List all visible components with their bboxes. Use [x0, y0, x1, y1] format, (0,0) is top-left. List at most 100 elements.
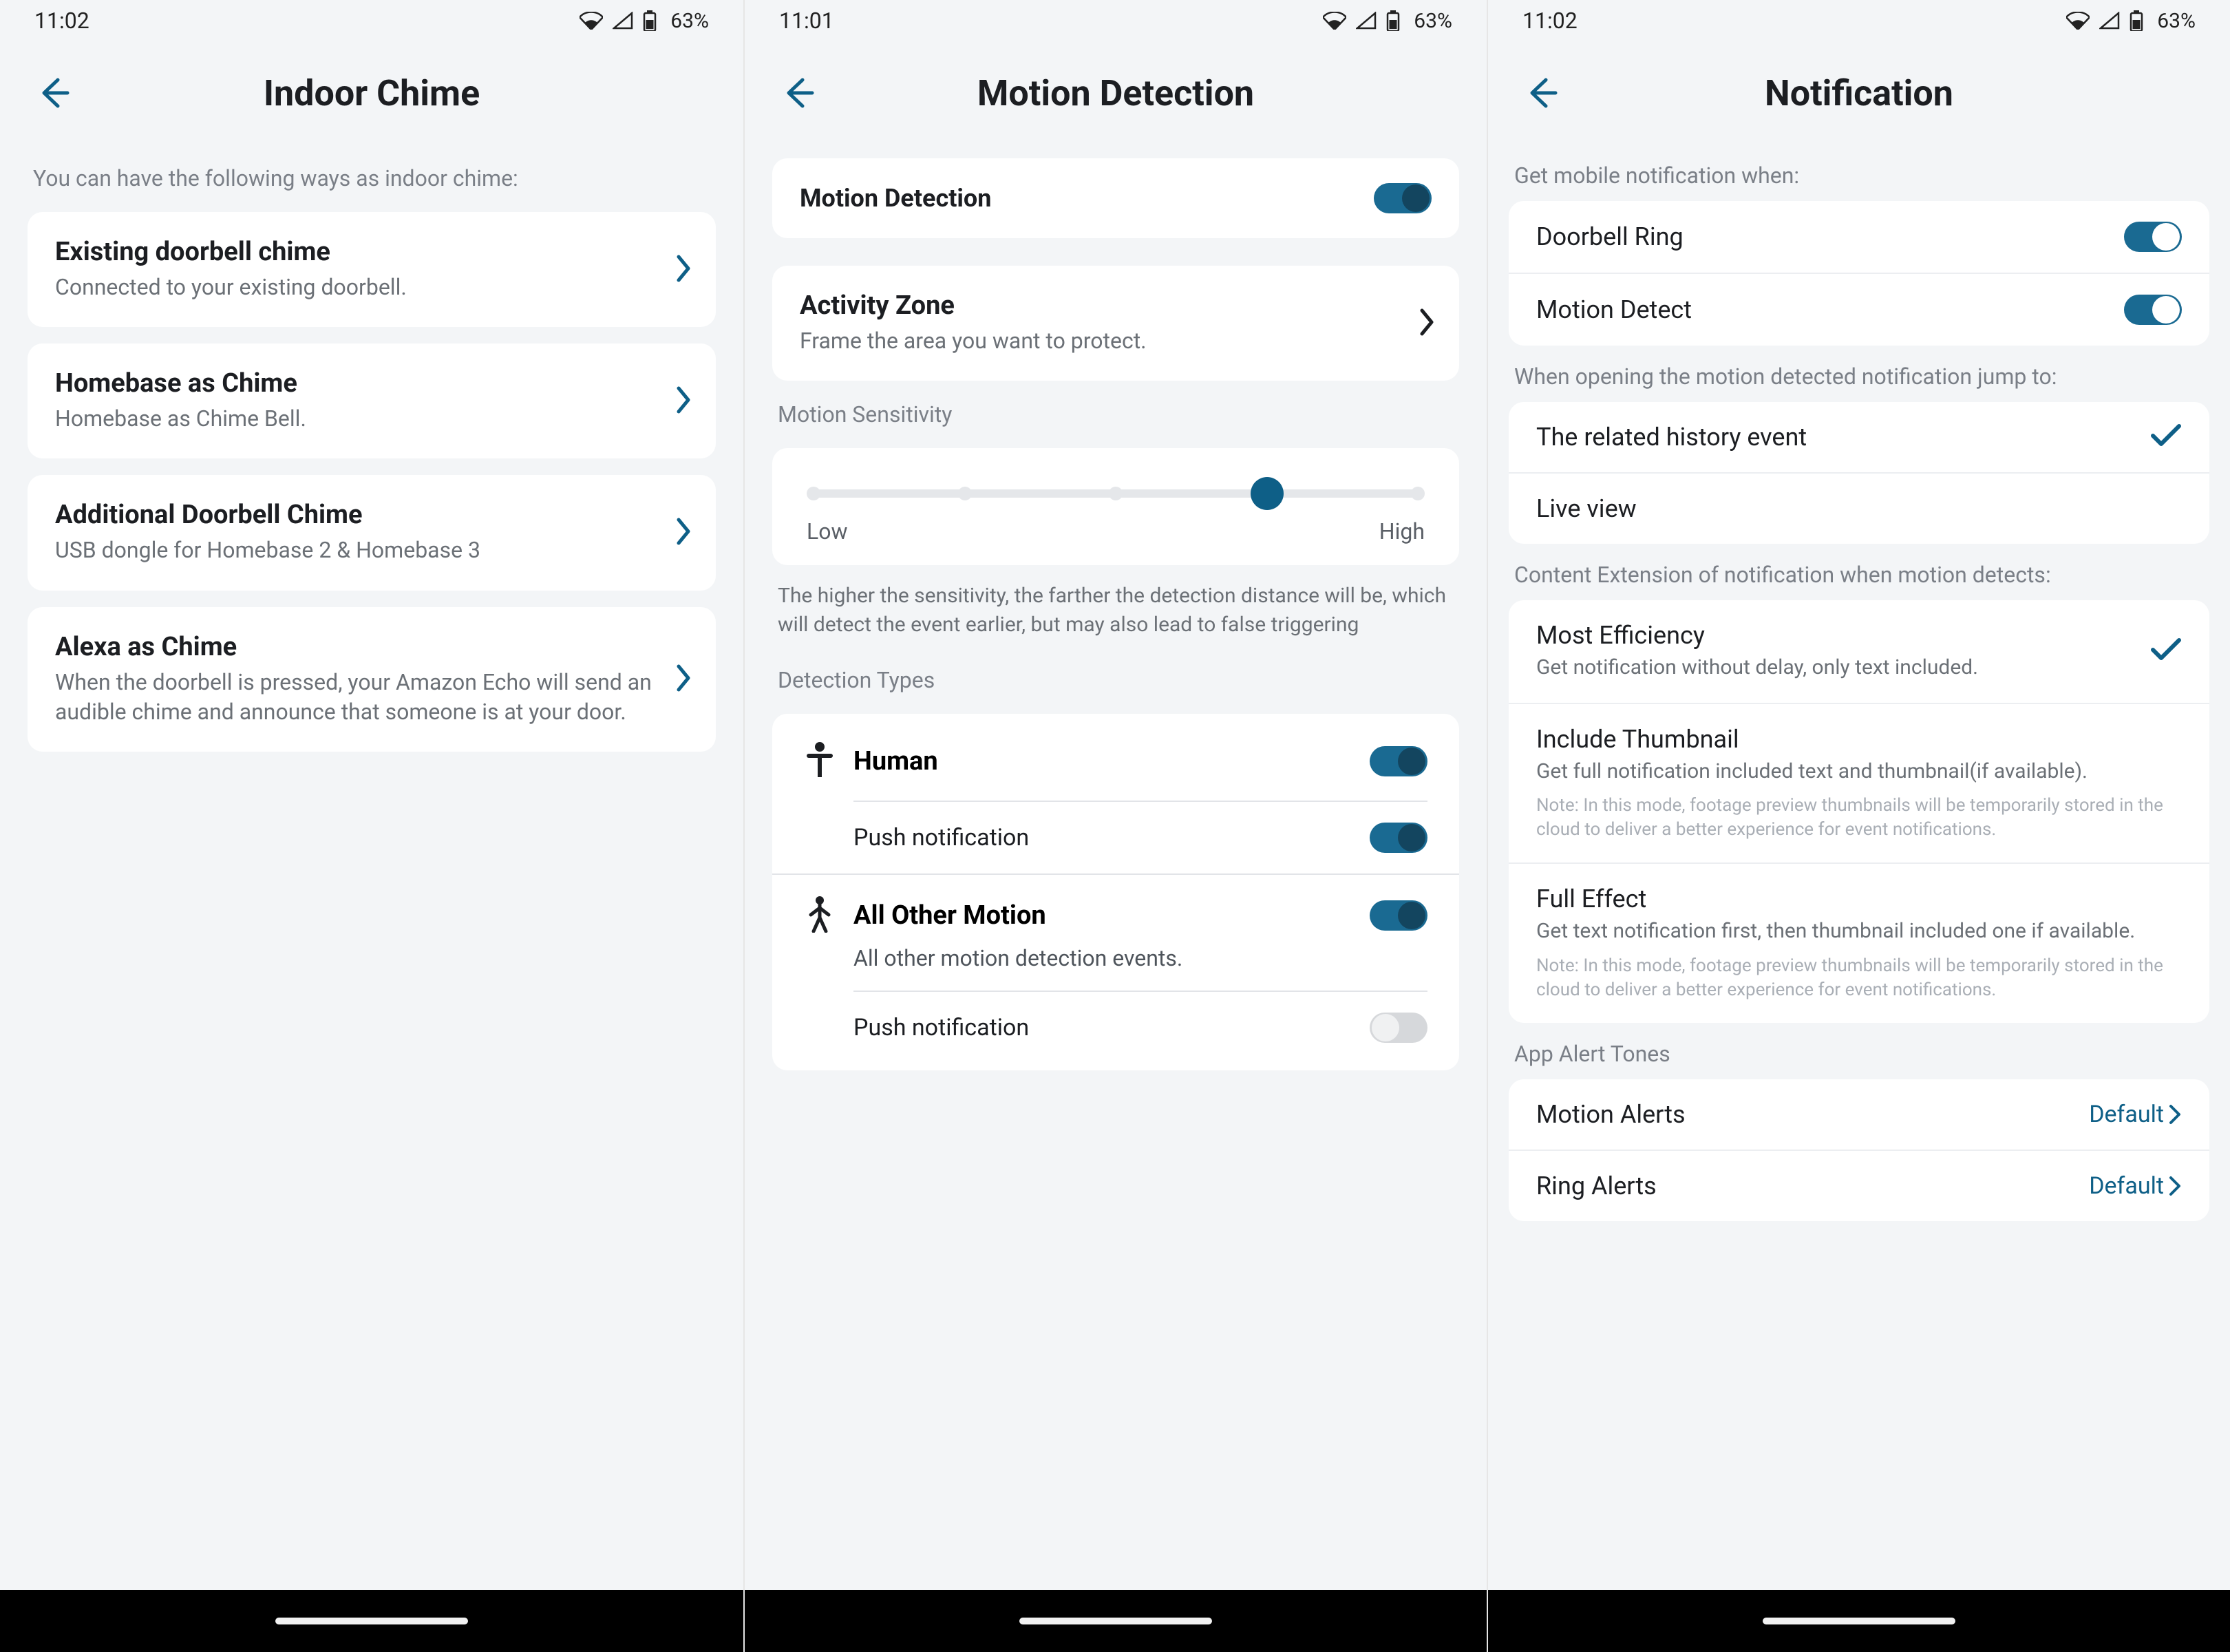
row-value: Default — [2089, 1101, 2164, 1128]
alert-tone-motion[interactable]: Motion Alerts Default — [1509, 1079, 2209, 1151]
detection-type-human: Human Push notification — [772, 721, 1459, 875]
jump-to-history[interactable]: The related history event — [1509, 402, 2209, 474]
sensitivity-slider[interactable] — [814, 489, 1418, 498]
option-sub: When the doorbell is pressed, your Amazo… — [55, 668, 688, 727]
chime-option-alexa[interactable]: Alexa as Chime When the doorbell is pres… — [28, 607, 716, 752]
intro-text: You can have the following ways as indoo… — [33, 165, 710, 191]
human-push-toggle[interactable] — [1370, 823, 1427, 853]
battery-icon — [643, 10, 657, 31]
app-header: Indoor Chime — [0, 41, 743, 145]
all-other-toggle[interactable] — [1370, 900, 1427, 931]
wifi-icon — [1323, 12, 1346, 30]
screen-indoor-chime: 11:02 63% Indoor Chime You can have the … — [0, 0, 743, 1652]
chevron-right-icon — [675, 254, 692, 286]
content-area: Motion Detection Activity Zone Frame the… — [745, 145, 1487, 1590]
row-title: Activity Zone — [800, 290, 1432, 321]
cell-signal-icon — [2099, 12, 2120, 30]
chevron-right-icon — [2168, 1175, 2182, 1197]
arrow-left-icon — [1522, 74, 1560, 112]
motion-detection-toggle[interactable] — [1374, 183, 1432, 213]
motion-icon — [804, 896, 836, 935]
chevron-right-icon — [675, 664, 692, 695]
option-title: Additional Doorbell Chime — [55, 500, 688, 530]
chime-option-homebase[interactable]: Homebase as Chime Homebase as Chime Bell… — [28, 343, 716, 458]
option-title: Existing doorbell chime — [55, 237, 688, 267]
arrow-left-icon — [779, 74, 816, 112]
chime-option-existing[interactable]: Existing doorbell chime Connected to you… — [28, 212, 716, 327]
battery-percent: 63% — [1414, 9, 1452, 33]
chevron-right-icon — [675, 385, 692, 417]
dt-name: Human — [853, 746, 938, 776]
system-navbar — [0, 1590, 743, 1652]
home-indicator[interactable] — [1019, 1618, 1212, 1624]
check-icon — [2150, 423, 2182, 451]
status-time: 11:02 — [1522, 8, 1578, 34]
slider-thumb[interactable] — [1251, 477, 1284, 510]
battery-icon — [2130, 10, 2143, 31]
status-bar: 11:01 63% — [745, 0, 1487, 41]
activity-zone-row[interactable]: Activity Zone Frame the area you want to… — [772, 266, 1459, 381]
opt-sub: Get full notification included text and … — [1536, 758, 2182, 786]
row-value: Default — [2089, 1172, 2164, 1200]
alert-tones-list: Motion Alerts Default Ring Alerts Defaul… — [1509, 1079, 2209, 1221]
row-sub: Frame the area you want to protect. — [800, 326, 1432, 356]
alert-tone-ring[interactable]: Ring Alerts Default — [1509, 1151, 2209, 1221]
chevron-right-icon — [1418, 308, 1436, 339]
option-title: Homebase as Chime — [55, 368, 688, 399]
battery-percent: 63% — [2157, 9, 2196, 33]
detection-type-all-other: All Other Motion All other motion detect… — [772, 875, 1459, 1063]
opt-note: Note: In this mode, footage preview thum… — [1536, 954, 2182, 1002]
home-indicator[interactable] — [1763, 1618, 1955, 1624]
section-content-ext: Content Extension of notification when m… — [1514, 562, 2204, 588]
motion-detect-toggle[interactable] — [2124, 295, 2182, 325]
row-label: Motion Alerts — [1536, 1100, 2089, 1129]
row-label: Doorbell Ring — [1536, 222, 2124, 251]
chime-option-additional[interactable]: Additional Doorbell Chime USB dongle for… — [28, 475, 716, 590]
doorbell-ring-toggle[interactable] — [2124, 222, 2182, 252]
app-header: Notification — [1488, 41, 2230, 145]
sensitivity-desc: The higher the sensitivity, the farther … — [778, 582, 1454, 639]
notify-motion-detect: Motion Detect — [1509, 274, 2209, 346]
chevron-right-icon — [2168, 1103, 2182, 1125]
cell-signal-icon — [613, 12, 633, 30]
battery-icon — [1386, 10, 1400, 31]
content-ext-full-effect[interactable]: Full Effect Get text notification first,… — [1509, 864, 2209, 1023]
back-button[interactable] — [774, 69, 822, 117]
content-ext-most-efficiency[interactable]: Most Efficiency Get notification without… — [1509, 600, 2209, 704]
wifi-icon — [2066, 12, 2090, 30]
row-label: Live view — [1536, 494, 2182, 523]
row-label: Motion Detect — [1536, 295, 2124, 324]
content-area: You can have the following ways as indoo… — [0, 145, 743, 1590]
opt-title: Full Effect — [1536, 885, 2182, 913]
section-jump-to: When opening the motion detected notific… — [1514, 363, 2204, 390]
option-sub: USB dongle for Homebase 2 & Homebase 3 — [55, 536, 688, 565]
back-button[interactable] — [29, 69, 77, 117]
content-area: Get mobile notification when: Doorbell R… — [1488, 145, 2230, 1590]
slider-low-label: Low — [807, 518, 848, 544]
slider-high-label: High — [1379, 518, 1425, 544]
option-title: Alexa as Chime — [55, 632, 688, 662]
section-get-notification: Get mobile notification when: — [1514, 162, 2204, 189]
option-sub: Homebase as Chime Bell. — [55, 404, 688, 434]
notify-when-list: Doorbell Ring Motion Detect — [1509, 201, 2209, 346]
page-title: Indoor Chime — [0, 72, 743, 114]
sensitivity-slider-card: Low High — [772, 448, 1459, 565]
app-header: Motion Detection — [745, 41, 1487, 145]
back-button[interactable] — [1517, 69, 1565, 117]
page-title: Motion Detection — [745, 72, 1487, 114]
row-label: The related history event — [1536, 423, 2136, 452]
section-alert-tones: App Alert Tones — [1514, 1041, 2204, 1067]
opt-sub: Get text notification first, then thumbn… — [1536, 918, 2182, 946]
sensitivity-label: Motion Sensitivity — [778, 401, 1454, 427]
check-icon — [2150, 637, 2182, 665]
push-label: Push notification — [853, 1014, 1029, 1041]
content-ext-include-thumbnail[interactable]: Include Thumbnail Get full notification … — [1509, 704, 2209, 865]
human-toggle[interactable] — [1370, 746, 1427, 776]
all-other-push-toggle[interactable] — [1370, 1013, 1427, 1043]
home-indicator[interactable] — [275, 1618, 468, 1624]
content-ext-list: Most Efficiency Get notification without… — [1509, 600, 2209, 1023]
jump-to-live-view[interactable]: Live view — [1509, 474, 2209, 544]
push-label: Push notification — [853, 824, 1029, 851]
screen-notification: 11:02 63% Notification Get mobile notifi… — [1487, 0, 2230, 1652]
screen-motion-detection: 11:01 63% Motion Detection Motion Detect… — [743, 0, 1487, 1652]
